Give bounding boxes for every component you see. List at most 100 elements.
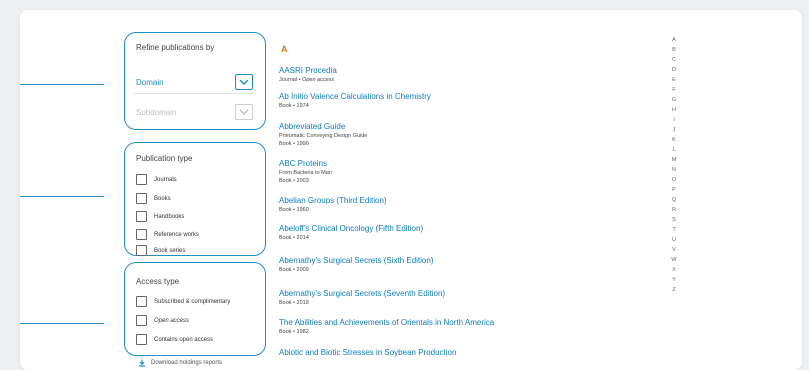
checkbox-box[interactable] [136, 193, 147, 204]
list-item: AASRI Procedia Journal • Open access [279, 66, 337, 83]
dropdown-divider [134, 93, 256, 94]
subdomain-dropdown-label[interactable]: Subdomain [136, 108, 176, 117]
publication-meta: Book • 1960 [279, 207, 387, 213]
publication-meta: Book • 2018 [279, 300, 445, 306]
checkbox-box[interactable] [136, 174, 147, 185]
access-type-panel: Access type Subscribed & complimentary O… [124, 262, 266, 356]
publication-meta-value: 2003 [296, 178, 309, 184]
publication-title-link[interactable]: Abernathy's Surgical Secrets (Seventh Ed… [279, 289, 445, 298]
reference-works-checkbox[interactable]: Reference works [136, 229, 199, 240]
az-index-letter[interactable]: N [670, 167, 678, 173]
publication-meta: Book • 1990 [279, 141, 367, 147]
domain-dropdown-label[interactable]: Domain [136, 78, 164, 87]
publication-title-link[interactable]: Ab Initio Valence Calculations in Chemis… [279, 92, 431, 101]
publication-meta-value: 2014 [296, 235, 309, 241]
publication-type-title: Publication type [136, 154, 193, 163]
publication-title-link[interactable]: Abeloff's Clinical Oncology (Fifth Editi… [279, 224, 423, 233]
list-item: Abbreviated Guide Pneumatic Conveying De… [279, 122, 367, 147]
refine-panel: Refine publications by Domain Subdomain [124, 32, 266, 130]
az-index-letter[interactable]: H [670, 107, 678, 113]
publication-title-link[interactable]: Abelian Groups (Third Edition) [279, 196, 387, 205]
publication-meta-value: 1990 [296, 141, 309, 147]
checkbox-label: Books [154, 195, 171, 202]
checkbox-box[interactable] [136, 315, 147, 326]
az-index-letter[interactable]: X [670, 267, 678, 273]
az-index-letter[interactable]: U [670, 237, 678, 243]
book-series-checkbox[interactable]: Book series [136, 245, 185, 256]
list-item: Abelian Groups (Third Edition) Book • 19… [279, 196, 387, 213]
az-index-letter[interactable]: Y [670, 277, 678, 283]
connector-line-publication-type [20, 196, 104, 197]
az-index-letter[interactable]: W [670, 257, 678, 263]
checkbox-label: Book series [154, 247, 186, 254]
publication-type: Book [279, 207, 292, 213]
checkbox-box[interactable] [136, 334, 147, 345]
az-index-letter[interactable]: T [670, 227, 678, 233]
meta-separator: • [293, 207, 296, 213]
publication-title-link[interactable]: Abbreviated Guide [279, 122, 367, 131]
section-letter: A [281, 44, 288, 54]
az-index-letter[interactable]: B [670, 47, 678, 53]
list-item: ABC Proteins From Bacteria to Man Book •… [279, 159, 332, 184]
meta-separator: • [293, 300, 296, 306]
az-index-letter[interactable]: M [670, 157, 678, 163]
publication-meta-value: 1974 [296, 103, 309, 109]
az-index-letter[interactable]: Z [670, 287, 678, 293]
checkbox-box[interactable] [136, 245, 147, 256]
az-index-letter[interactable]: A [670, 37, 678, 43]
publication-type: Book [279, 103, 292, 109]
open-access-checkbox[interactable]: Open access [136, 315, 189, 326]
publication-title-link[interactable]: The Abilities and Achievements of Orient… [279, 318, 494, 327]
az-index-letter[interactable]: S [670, 217, 678, 223]
books-checkbox[interactable]: Books [136, 193, 171, 204]
publication-meta-value: 1960 [296, 207, 309, 213]
subscribed-checkbox[interactable]: Subscribed & complimentary [136, 296, 230, 307]
checkbox-box[interactable] [136, 229, 147, 240]
connector-line-access-type [20, 323, 104, 324]
az-index-letter[interactable]: J [670, 127, 678, 133]
publication-type-panel: Publication type Journals Books Handbook… [124, 142, 266, 256]
publication-type: Book [279, 300, 292, 306]
meta-separator: • [293, 329, 296, 335]
publication-title-link[interactable]: Abiotic and Biotic Stresses in Soybean P… [279, 348, 456, 357]
publication-meta-value: 1982 [296, 329, 309, 335]
meta-separator: • [293, 103, 296, 109]
publication-meta: Book • 1974 [279, 103, 431, 109]
az-index-letter[interactable]: P [670, 187, 678, 193]
publication-meta: Book • 2014 [279, 235, 423, 241]
az-index-letter[interactable]: R [670, 207, 678, 213]
az-index-letter[interactable]: Q [670, 197, 678, 203]
az-index-letter[interactable]: F [670, 87, 678, 93]
chevron-down-icon [239, 79, 249, 85]
az-index-letter[interactable]: I [670, 117, 678, 123]
az-index-letter[interactable]: K [670, 137, 678, 143]
az-index-letter[interactable]: L [670, 147, 678, 153]
chevron-down-icon [239, 109, 249, 115]
checkbox-label: Open access [154, 317, 190, 324]
publication-title-link[interactable]: AASRI Procedia [279, 66, 337, 75]
az-index-letter[interactable]: D [670, 67, 678, 73]
publication-subtitle: From Bacteria to Man [279, 170, 332, 176]
handbooks-checkbox[interactable]: Handbooks [136, 211, 184, 222]
checkbox-box[interactable] [136, 296, 147, 307]
domain-dropdown-button[interactable] [235, 74, 253, 90]
az-index-letter[interactable]: E [670, 77, 678, 83]
checkbox-box[interactable] [136, 211, 147, 222]
az-index-letter[interactable]: V [670, 247, 678, 253]
publication-title-link[interactable]: Abernathy's Surgical Secrets (Sixth Edit… [279, 256, 433, 265]
publication-subtitle: Pneumatic Conveying Design Guide [279, 133, 368, 139]
download-icon [139, 359, 145, 367]
az-index-letter[interactable]: G [670, 97, 678, 103]
publication-meta: Book • 2009 [279, 267, 433, 273]
contains-open-access-checkbox[interactable]: Contains open access [136, 334, 213, 345]
refine-panel-title: Refine publications by [136, 43, 215, 52]
publication-type: Book [279, 141, 292, 147]
publication-title-link[interactable]: ABC Proteins [279, 159, 332, 168]
publication-meta-value: 2018 [296, 300, 309, 306]
publication-meta: Journal • Open access [279, 77, 337, 83]
download-holdings-link[interactable]: Download holdings reports [138, 359, 222, 367]
subdomain-dropdown-button[interactable] [235, 104, 253, 120]
az-index-letter[interactable]: C [670, 57, 678, 63]
az-index-letter[interactable]: O [670, 177, 678, 183]
journals-checkbox[interactable]: Journals [136, 174, 177, 185]
